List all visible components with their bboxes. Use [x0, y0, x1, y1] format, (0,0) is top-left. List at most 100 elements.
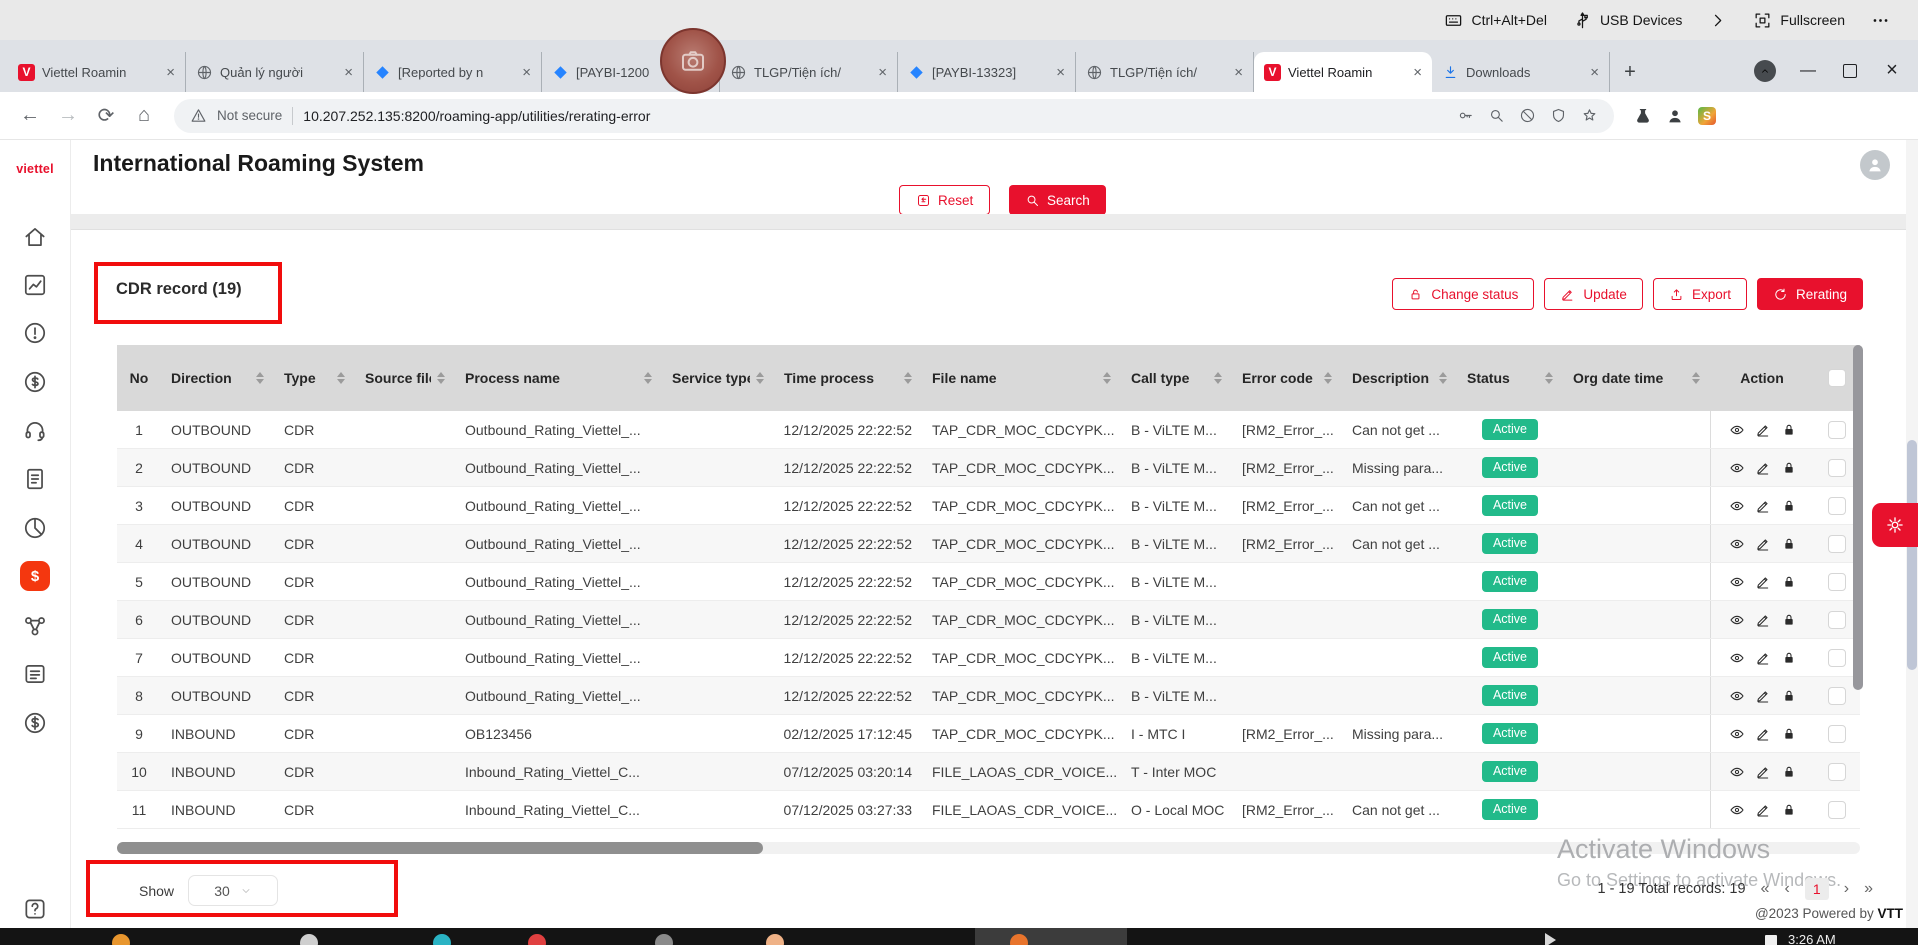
browser-tab-2[interactable]: Quản lý người×: [186, 52, 364, 92]
view-icon[interactable]: [1729, 650, 1745, 666]
lock-icon[interactable]: [1781, 764, 1797, 780]
lock-icon[interactable]: [1781, 688, 1797, 704]
maximize-button[interactable]: [1840, 64, 1860, 78]
sidebar-item-support[interactable]: [22, 418, 48, 444]
edit-icon[interactable]: [1755, 574, 1771, 590]
view-icon[interactable]: [1729, 726, 1745, 742]
lock-icon[interactable]: [1781, 498, 1797, 514]
vm-more-button[interactable]: [1871, 11, 1890, 30]
lock-icon[interactable]: [1781, 574, 1797, 590]
column-header-status[interactable]: Status: [1457, 345, 1563, 411]
edit-icon[interactable]: [1755, 460, 1771, 476]
sort-icon[interactable]: [1433, 372, 1447, 384]
view-icon[interactable]: [1729, 802, 1745, 818]
sort-icon[interactable]: [638, 372, 652, 384]
change-status-button[interactable]: Change status: [1392, 278, 1534, 310]
sidebar-item-home[interactable]: [22, 224, 48, 250]
next-page-button[interactable]: ›: [1844, 880, 1849, 898]
current-page-button[interactable]: 1: [1805, 878, 1829, 900]
row-checkbox[interactable]: [1828, 421, 1846, 439]
zoom-icon[interactable]: [1488, 107, 1505, 124]
row-checkbox[interactable]: [1828, 459, 1846, 477]
lock-icon[interactable]: [1781, 726, 1797, 742]
sidebar-item-reports[interactable]: [22, 272, 48, 298]
edit-icon[interactable]: [1755, 498, 1771, 514]
sidebar-item-documents[interactable]: [22, 466, 48, 492]
sidebar-item-utilities[interactable]: $: [20, 561, 50, 591]
taskbar-active-app[interactable]: [975, 928, 1127, 945]
sort-icon[interactable]: [250, 372, 264, 384]
forward-button[interactable]: →: [52, 100, 84, 132]
usb-devices-button[interactable]: USB Devices: [1573, 11, 1682, 30]
taskbar-app-icon[interactable]: [300, 934, 318, 945]
edit-icon[interactable]: [1755, 612, 1771, 628]
taskbar-app-icon[interactable]: [655, 934, 673, 945]
row-checkbox[interactable]: [1828, 611, 1846, 629]
row-checkbox[interactable]: [1828, 649, 1846, 667]
sort-icon[interactable]: [1686, 372, 1700, 384]
column-header-source-file[interactable]: Source file: [355, 345, 455, 411]
taskbar-app-icon[interactable]: [112, 934, 130, 945]
tab-close-icon[interactable]: ×: [520, 65, 533, 80]
column-header-file-name[interactable]: File name: [922, 345, 1121, 411]
sort-icon[interactable]: [1539, 372, 1553, 384]
lock-icon[interactable]: [1781, 612, 1797, 628]
sidebar-item-records[interactable]: [22, 661, 48, 687]
column-header-direction[interactable]: Direction: [161, 345, 274, 411]
first-page-button[interactable]: «: [1761, 880, 1770, 898]
column-header-service-type[interactable]: Service type: [662, 345, 774, 411]
url-text[interactable]: 10.207.252.135:8200/roaming-app/utilitie…: [303, 108, 1447, 124]
fullscreen-button[interactable]: Fullscreen: [1753, 11, 1845, 30]
view-icon[interactable]: [1729, 612, 1745, 628]
edit-icon[interactable]: [1755, 726, 1771, 742]
column-header-call-type[interactable]: Call type: [1121, 345, 1232, 411]
view-icon[interactable]: [1729, 688, 1745, 704]
reset-button[interactable]: Reset: [899, 185, 990, 215]
sidebar-item-alerts[interactable]: [22, 320, 48, 346]
expand-toolbar-button[interactable]: [1708, 11, 1727, 30]
sort-icon[interactable]: [898, 372, 912, 384]
sidebar-item-network[interactable]: [22, 613, 48, 639]
sort-icon[interactable]: [1097, 372, 1111, 384]
sort-icon[interactable]: [750, 372, 764, 384]
view-icon[interactable]: [1729, 574, 1745, 590]
edit-icon[interactable]: [1755, 536, 1771, 552]
browser-tab-1[interactable]: VViettel Roamin×: [8, 52, 186, 92]
back-button[interactable]: ←: [14, 100, 46, 132]
refresh-button[interactable]: ⟳: [90, 100, 122, 132]
edit-icon[interactable]: [1755, 764, 1771, 780]
screen-recorder-bubble[interactable]: [660, 28, 726, 94]
search-button[interactable]: Search: [1009, 185, 1106, 215]
home-button[interactable]: ⌂: [128, 100, 160, 132]
sort-icon[interactable]: [331, 372, 345, 384]
rerating-button[interactable]: Rerating: [1757, 278, 1863, 310]
row-checkbox[interactable]: [1828, 573, 1846, 591]
settings-fab[interactable]: [1872, 503, 1918, 547]
prev-page-button[interactable]: ‹: [1784, 880, 1789, 898]
column-header-description[interactable]: Description: [1342, 345, 1457, 411]
row-checkbox[interactable]: [1828, 725, 1846, 743]
sidebar-item-statistics[interactable]: [22, 515, 48, 541]
update-button[interactable]: Update: [1544, 278, 1643, 310]
new-tab-button[interactable]: +: [1616, 58, 1644, 86]
omnibox[interactable]: Not secure 10.207.252.135:8200/roaming-a…: [174, 99, 1614, 133]
browser-tab-3[interactable]: [Reported by n×: [364, 52, 542, 92]
profile-icon[interactable]: [1666, 107, 1684, 125]
column-header-type[interactable]: Type: [274, 345, 355, 411]
column-header-error-code[interactable]: Error code: [1232, 345, 1342, 411]
lock-icon[interactable]: [1781, 460, 1797, 476]
bookmark-star-icon[interactable]: [1581, 107, 1598, 124]
export-button[interactable]: Export: [1653, 278, 1747, 310]
browser-tab-8[interactable]: VViettel Roamin×: [1254, 52, 1432, 92]
row-checkbox[interactable]: [1828, 497, 1846, 515]
taskbar-notepad-icon[interactable]: [1765, 935, 1777, 945]
sort-icon[interactable]: [1318, 372, 1332, 384]
flask-extension-icon[interactable]: [1634, 107, 1652, 125]
lock-icon[interactable]: [1781, 422, 1797, 438]
edit-icon[interactable]: [1755, 802, 1771, 818]
taskbar-app-icon[interactable]: [433, 934, 451, 945]
lock-icon[interactable]: [1781, 650, 1797, 666]
browser-tab-9[interactable]: Downloads×: [1432, 52, 1610, 92]
tab-close-icon[interactable]: ×: [876, 65, 889, 80]
row-checkbox[interactable]: [1828, 687, 1846, 705]
